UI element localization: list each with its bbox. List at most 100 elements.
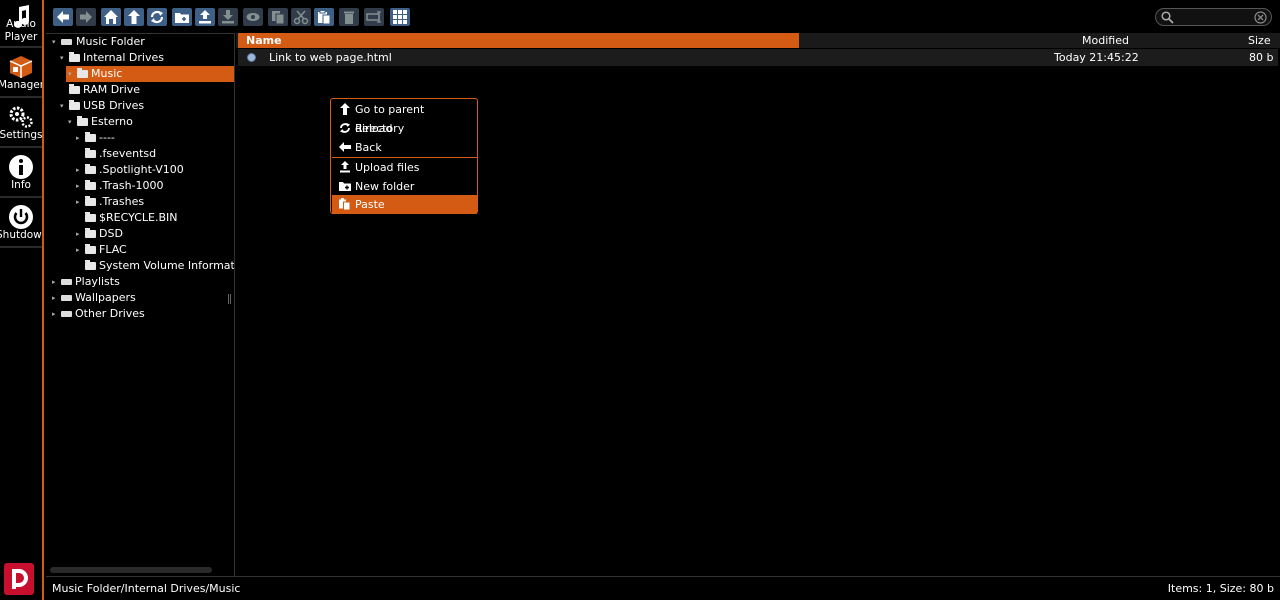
- menu-item-back[interactable]: Back: [332, 138, 477, 157]
- file-row[interactable]: Link to web page.html Today 21:45:22 80 …: [238, 49, 1278, 66]
- folder-icon: [69, 100, 80, 110]
- back-button[interactable]: [53, 8, 73, 26]
- folder-icon: [85, 212, 96, 222]
- drive-icon: [61, 39, 72, 45]
- reload-button[interactable]: [147, 8, 167, 26]
- delete-button[interactable]: [339, 8, 359, 26]
- info-icon: [9, 155, 33, 179]
- drive-icon: [61, 279, 72, 285]
- collapse-arrow-icon[interactable]: ▾: [68, 66, 76, 82]
- expand-arrow-icon[interactable]: ▸: [76, 130, 84, 146]
- menu-item-new-folder[interactable]: New folder: [332, 177, 477, 196]
- box-icon: [9, 56, 33, 78]
- rename-button[interactable]: [364, 8, 384, 26]
- file-name: Link to web page.html: [269, 51, 392, 64]
- nav-label-player: Player: [4, 31, 38, 43]
- tree-node-label: .fseventsd: [99, 147, 157, 160]
- column-header-name[interactable]: Name: [238, 33, 799, 48]
- copy-button[interactable]: [268, 8, 288, 26]
- folder-icon: [77, 116, 88, 126]
- folder-icon: [69, 52, 80, 62]
- nav-audio-player[interactable]: Audio Player: [0, 0, 42, 48]
- home-icon: [104, 10, 118, 24]
- menu-item-label: New folder: [355, 180, 415, 193]
- left-nav-divider: [42, 0, 44, 600]
- search-box[interactable]: [1155, 8, 1272, 26]
- nav-label-settings: Settings: [0, 129, 42, 141]
- upload-button[interactable]: [195, 8, 215, 26]
- arrow-up-icon: [128, 10, 140, 24]
- toolbar: [46, 0, 1280, 34]
- paste-icon: [318, 10, 331, 25]
- expand-arrow-icon[interactable]: ▸: [76, 162, 84, 178]
- new-folder-icon: [175, 13, 189, 23]
- expand-arrow-icon[interactable]: ▸: [76, 226, 84, 242]
- download-button[interactable]: [218, 8, 238, 26]
- home-button[interactable]: [101, 8, 121, 26]
- search-input[interactable]: [1178, 10, 1256, 24]
- web-link-icon: [247, 53, 256, 62]
- nav-label-audio: Audio: [6, 18, 36, 30]
- column-header-modified[interactable]: Modified: [1082, 33, 1129, 48]
- menu-item-upload-files[interactable]: Upload files: [332, 158, 477, 177]
- view-button[interactable]: [243, 8, 263, 26]
- tree-resize-handle[interactable]: [228, 294, 231, 304]
- tree-horizontal-scrollbar[interactable]: [50, 567, 212, 573]
- expand-arrow-icon[interactable]: ▸: [76, 178, 84, 194]
- menu-item-go-to-parent[interactable]: Go to parent directory: [332, 100, 477, 135]
- expand-arrow-icon[interactable]: ▸: [52, 306, 60, 322]
- upload-icon: [340, 161, 350, 173]
- expand-arrow-icon[interactable]: ▸: [52, 274, 60, 290]
- parent-dir-button[interactable]: [124, 8, 144, 26]
- nav-shutdown[interactable]: Shutdown: [0, 200, 42, 248]
- paste-button[interactable]: [314, 8, 334, 26]
- collapse-arrow-icon[interactable]: ▾: [60, 98, 68, 114]
- folder-icon: [85, 244, 96, 254]
- expand-arrow-icon[interactable]: ▸: [76, 242, 84, 258]
- view-mode-button[interactable]: [390, 8, 410, 26]
- cut-icon: [293, 10, 309, 25]
- tree-node-label: ----: [99, 131, 115, 144]
- folder-icon: [85, 180, 96, 190]
- upload-icon: [199, 10, 211, 24]
- collapse-arrow-icon[interactable]: ▾: [68, 114, 76, 130]
- grid-icon: [393, 10, 407, 24]
- search-icon: [1161, 11, 1174, 24]
- menu-item-paste[interactable]: Paste: [332, 195, 477, 214]
- brand-logo: [4, 563, 34, 595]
- drive-icon: [61, 295, 72, 301]
- expand-arrow-icon[interactable]: ▸: [52, 290, 60, 306]
- nav-manager[interactable]: Manager: [0, 50, 42, 98]
- tree-node-label: Wallpapers: [75, 291, 136, 304]
- folder-tree: ▾ Music Folder ▾ Internal Drives ▾ Music…: [46, 33, 235, 576]
- new-folder-button[interactable]: [172, 8, 192, 26]
- arrow-left-icon: [57, 11, 69, 23]
- collapse-arrow-icon[interactable]: ▾: [60, 50, 68, 66]
- nav-label-manager: Manager: [0, 79, 42, 91]
- reload-icon: [340, 123, 350, 133]
- cut-button[interactable]: [291, 8, 311, 26]
- clear-search-icon[interactable]: [1254, 11, 1267, 24]
- trash-icon: [344, 11, 354, 24]
- drive-icon: [61, 311, 72, 317]
- folder-icon: [85, 132, 96, 142]
- collapse-arrow-icon[interactable]: ▾: [52, 34, 60, 50]
- folder-icon: [85, 260, 96, 270]
- column-header-size[interactable]: Size: [1248, 33, 1271, 48]
- menu-item-reload[interactable]: Reload: [332, 119, 477, 138]
- context-menu: Go to parent directory Reload Back Uploa…: [330, 98, 478, 214]
- menu-item-label: Upload files: [355, 161, 420, 174]
- tree-node-label: .Trashes: [99, 195, 145, 208]
- folder-icon: [85, 196, 96, 206]
- forward-button[interactable]: [76, 8, 96, 26]
- tree-node-label: $RECYCLE.BIN: [99, 211, 178, 224]
- tree-node-label: Internal Drives: [83, 51, 164, 64]
- gears-icon: [9, 106, 33, 128]
- folder-icon: [85, 228, 96, 238]
- rename-icon: [366, 11, 381, 23]
- new-folder-icon: [339, 182, 351, 191]
- nav-settings[interactable]: Settings: [0, 100, 42, 148]
- tree-node-label: Music Folder: [76, 35, 145, 48]
- nav-info[interactable]: Info: [0, 150, 42, 198]
- expand-arrow-icon[interactable]: ▸: [76, 194, 84, 210]
